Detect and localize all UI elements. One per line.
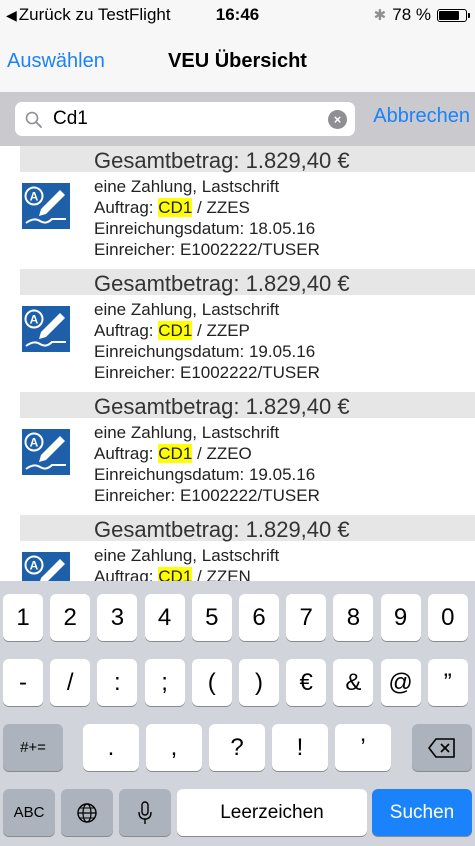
svg-text:A: A <box>30 559 39 573</box>
key-symbol[interactable]: & <box>333 659 374 706</box>
cancel-button[interactable]: Abbrechen <box>373 105 470 128</box>
search-return-key[interactable]: Suchen <box>372 789 472 836</box>
key-symbol[interactable]: ( <box>191 659 232 706</box>
submitter: Einreicher: E1002222/TUSER <box>94 486 320 505</box>
battery-percent: 78 % <box>392 5 431 24</box>
order-prefix: Auftrag: <box>94 198 159 217</box>
globe-key[interactable] <box>61 789 113 836</box>
key-symbol[interactable]: / <box>50 659 91 706</box>
submission-date: Einreichungsdatum: 19.05.16 <box>94 342 316 361</box>
order-suffix: / ZZEO <box>192 444 252 463</box>
microphone-icon <box>138 800 152 824</box>
key-symbol[interactable]: ” <box>427 659 468 706</box>
key-symbol[interactable]: - <box>3 659 43 706</box>
key-symbol[interactable]: : <box>97 659 138 706</box>
svg-text:A: A <box>30 436 39 450</box>
backspace-key[interactable] <box>412 724 472 771</box>
status-right: ✱ 78 % <box>373 5 470 25</box>
search-bar: Cd1 × Abbrechen <box>0 92 475 146</box>
key-2[interactable]: 2 <box>50 594 91 641</box>
order-match-highlight: CD1 <box>158 321 193 340</box>
battery-level <box>439 10 459 20</box>
order-prefix: Auftrag: <box>94 567 159 581</box>
key-punct[interactable]: , <box>146 724 202 771</box>
key-symbol[interactable]: ) <box>239 659 279 706</box>
key-7[interactable]: 7 <box>286 594 327 641</box>
symbols-toggle-key[interactable]: #+= <box>3 724 63 771</box>
clear-icon[interactable]: × <box>328 110 347 129</box>
key-punct[interactable]: ! <box>272 724 328 771</box>
svg-text:A: A <box>30 313 39 327</box>
payment-type: eine Zahlung, Lastschrift <box>94 423 280 442</box>
submission-date: Einreichungsdatum: 18.05.16 <box>94 219 316 238</box>
item-details: eine Zahlung, Lastschrift Auftrag: CD1 / … <box>94 299 320 383</box>
item-details: eine Zahlung, Lastschrift Auftrag: CD1 / … <box>94 545 279 581</box>
space-key[interactable]: Leerzeichen <box>177 789 367 836</box>
order-suffix: / ZZEP <box>192 321 250 340</box>
payment-type: eine Zahlung, Lastschrift <box>94 300 280 319</box>
search-input[interactable]: Cd1 × <box>15 102 355 136</box>
list-item[interactable]: Gesamtbetrag: 1.829,40 € Aeine Zahlung, L… <box>0 515 475 581</box>
list-item[interactable]: Gesamtbetrag: 1.829,40 € Aeine Zahlung, L… <box>0 392 475 515</box>
order-match-highlight: CD1 <box>158 198 193 217</box>
key-symbol[interactable]: ; <box>144 659 185 706</box>
total-amount: Gesamtbetrag: 1.829,40 € <box>94 148 350 173</box>
list-item[interactable]: Gesamtbetrag: 1.829,40 € Aeine Zahlung, L… <box>0 146 475 269</box>
order-match-highlight: CD1 <box>158 567 193 581</box>
backspace-icon <box>428 737 455 758</box>
key-1[interactable]: 1 <box>3 594 43 641</box>
bluetooth-icon: ✱ <box>373 7 387 24</box>
order-prefix: Auftrag: <box>94 321 159 340</box>
total-amount: Gesamtbetrag: 1.829,40 € <box>94 517 350 542</box>
order-suffix: / ZZEN <box>192 567 251 581</box>
page-title: VEU Übersicht <box>168 50 307 72</box>
order-line: Auftrag: CD1 / ZZEN <box>94 566 279 581</box>
submitter: Einreicher: E1002222/TUSER <box>94 240 320 259</box>
key-3[interactable]: 3 <box>97 594 138 641</box>
key-symbol[interactable]: @ <box>380 659 421 706</box>
key-6[interactable]: 6 <box>239 594 279 641</box>
status-bar: ◀ Zurück zu TestFlight 16:46 ✱ 78 % <box>0 0 475 30</box>
globe-icon <box>77 802 97 823</box>
battery-icon <box>437 8 470 22</box>
list-item[interactable]: Gesamtbetrag: 1.829,40 € Aeine Zahlung, L… <box>0 269 475 392</box>
item-details: eine Zahlung, Lastschrift Auftrag: CD1 / … <box>94 176 320 260</box>
abc-key[interactable]: ABC <box>3 789 55 836</box>
dictation-key[interactable] <box>119 789 171 836</box>
order-match-highlight: CD1 <box>158 444 193 463</box>
payment-type: eine Zahlung, Lastschrift <box>94 546 280 565</box>
total-amount: Gesamtbetrag: 1.829,40 € <box>94 271 350 296</box>
order-suffix: / ZZES <box>192 198 250 217</box>
key-0[interactable]: 0 <box>427 594 468 641</box>
payment-type: eine Zahlung, Lastschrift <box>94 177 280 196</box>
result-list[interactable]: Gesamtbetrag: 1.829,40 € Aeine Zahlung, L… <box>0 146 475 581</box>
key-symbol[interactable]: € <box>286 659 327 706</box>
svg-text:A: A <box>30 190 39 204</box>
keyboard: 1 2 3 4 5 6 7 8 9 0 - /:;() € & @” #+=.,?!’ ABC Leerzeich… <box>0 581 475 846</box>
item-details: eine Zahlung, Lastschrift Auftrag: CD1 / … <box>94 422 320 506</box>
order-line: Auftrag: CD1 / ZZES <box>94 197 320 218</box>
signature-icon: A <box>22 183 70 229</box>
signature-icon: A <box>22 306 70 352</box>
order-line: Auftrag: CD1 / ZZEO <box>94 443 320 464</box>
navigation-bar: Auswählen VEU Übersicht <box>0 30 475 92</box>
signature-icon: A <box>22 429 70 475</box>
submission-date: Einreichungsdatum: 19.05.16 <box>94 465 316 484</box>
key-punct[interactable]: ? <box>209 724 265 771</box>
order-prefix: Auftrag: <box>94 444 159 463</box>
submitter: Einreicher: E1002222/TUSER <box>94 363 320 382</box>
signature-icon: A <box>22 552 70 581</box>
key-8[interactable]: 8 <box>333 594 374 641</box>
key-4[interactable]: 4 <box>144 594 185 641</box>
total-amount: Gesamtbetrag: 1.829,40 € <box>94 394 350 419</box>
order-line: Auftrag: CD1 / ZZEP <box>94 320 320 341</box>
key-punct[interactable]: ’ <box>335 724 391 771</box>
key-9[interactable]: 9 <box>380 594 421 641</box>
search-icon <box>25 111 42 128</box>
key-punct[interactable]: . <box>83 724 139 771</box>
search-input-value: Cd1 <box>53 108 88 129</box>
key-5[interactable]: 5 <box>191 594 232 641</box>
